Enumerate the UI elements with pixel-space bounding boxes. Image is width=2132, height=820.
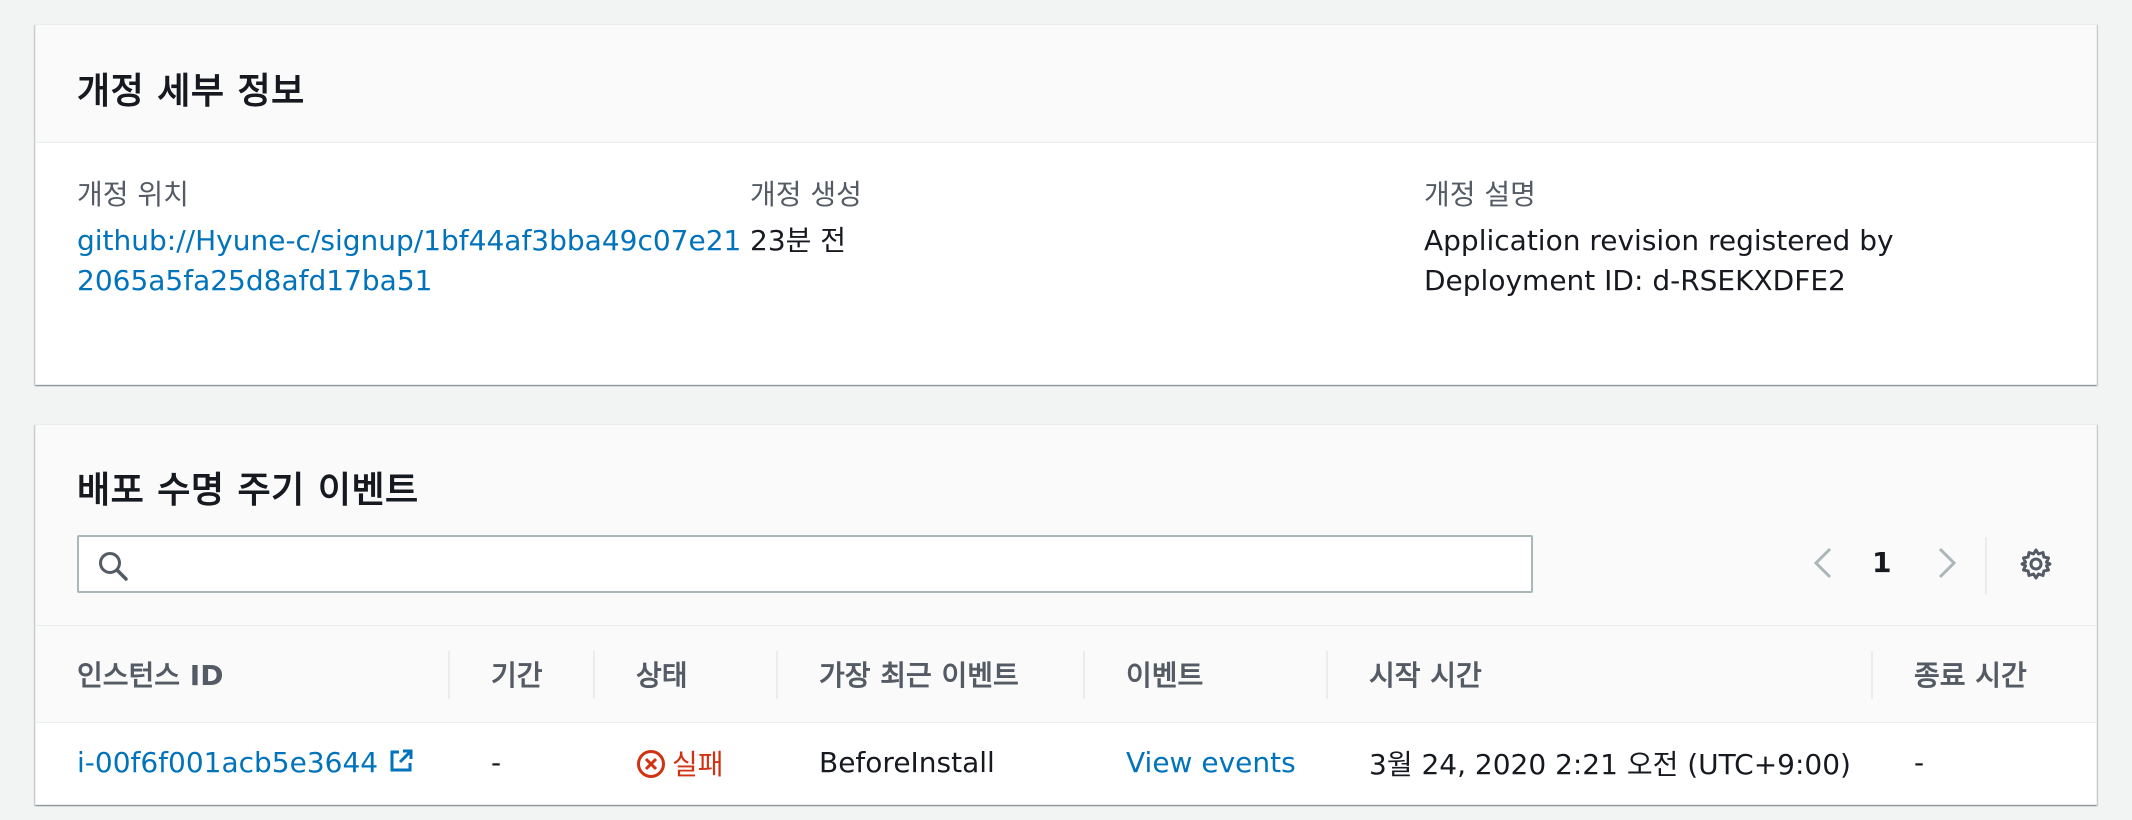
col-duration[interactable]: 기간 [450,626,595,723]
status-badge: 실패 [636,748,724,781]
chevron-left-icon[interactable] [1808,545,1838,581]
col-latest-event[interactable]: 가장 최근 이벤트 [778,626,1085,723]
revision-description-value: Application revision registered by Deplo… [1424,224,1894,297]
lifecycle-events-table: 인스턴스 ID 기간 상태 가장 최근 이벤트 이벤트 시작 시간 종료 시간 … [36,625,2096,803]
search-input[interactable] [143,545,1517,585]
cell-start-time: 3월 24, 2020 2:21 오전 (UTC+9:00) [1369,747,1851,781]
col-end-time[interactable]: 종료 시간 [1873,626,2096,723]
page-number[interactable]: 1 [1872,545,1891,581]
status-label: 실패 [672,747,724,781]
cell-status: 실패 [595,723,778,803]
error-circle-icon [637,749,665,778]
revision-created-value: 23분 전 [750,224,847,257]
revision-details-panel: 개정 세부 정보 개정 위치 github://Hyune-c/signup/1… [35,24,2097,385]
revision-created-field: 개정 생성 23분 전 [750,175,1370,261]
revision-location-label: 개정 위치 [77,178,189,211]
cell-instance-id: i-00f6f001acb5e3644 [36,723,450,803]
chevron-right-icon[interactable] [1932,545,1962,581]
pager-divider [1985,537,1987,595]
view-events-link[interactable]: View events [1126,746,1296,779]
cell-latest-event: BeforeInstall [819,746,995,780]
revision-details-title: 개정 세부 정보 [77,71,305,112]
instance-id-link[interactable]: i-00f6f001acb5e3644 [77,746,414,779]
cell-duration: - [491,746,502,780]
col-start-time[interactable]: 시작 시간 [1328,626,1873,723]
lifecycle-events-title: 배포 수명 주기 이벤트 [77,470,419,511]
gear-icon[interactable] [2019,547,2053,581]
revision-location-field: 개정 위치 github://Hyune-c/signup/1bf44af3bb… [77,175,747,301]
search-icon [99,552,128,581]
table-header-row: 인스턴스 ID 기간 상태 가장 최근 이벤트 이벤트 시작 시간 종료 시간 [36,625,2096,723]
col-status[interactable]: 상태 [595,626,778,723]
col-events[interactable]: 이벤트 [1085,626,1328,723]
search-box [77,535,1533,593]
lifecycle-events-header: 배포 수명 주기 이벤트 1 [36,425,2096,625]
cell-end-time: - [1914,746,1925,780]
table-row: i-00f6f001acb5e3644 - 실패 BeforeInstall V… [36,723,2096,803]
revision-location-link[interactable]: github://Hyune-c/signup/1bf44af3bba49c07… [77,224,741,297]
revision-details-header: 개정 세부 정보 [36,25,2096,143]
cell-events: View events [1085,723,1328,803]
external-link-icon [390,749,413,772]
revision-description-field: 개정 설명 Application revision registered by… [1424,175,2064,301]
revision-created-label: 개정 생성 [750,178,862,211]
lifecycle-events-panel: 배포 수명 주기 이벤트 1 인스턴스 ID 기간 상태 가장 최근 이벤트 이… [35,424,2097,805]
revision-description-label: 개정 설명 [1424,178,1536,211]
col-instance-id[interactable]: 인스턴스 ID [36,626,450,723]
